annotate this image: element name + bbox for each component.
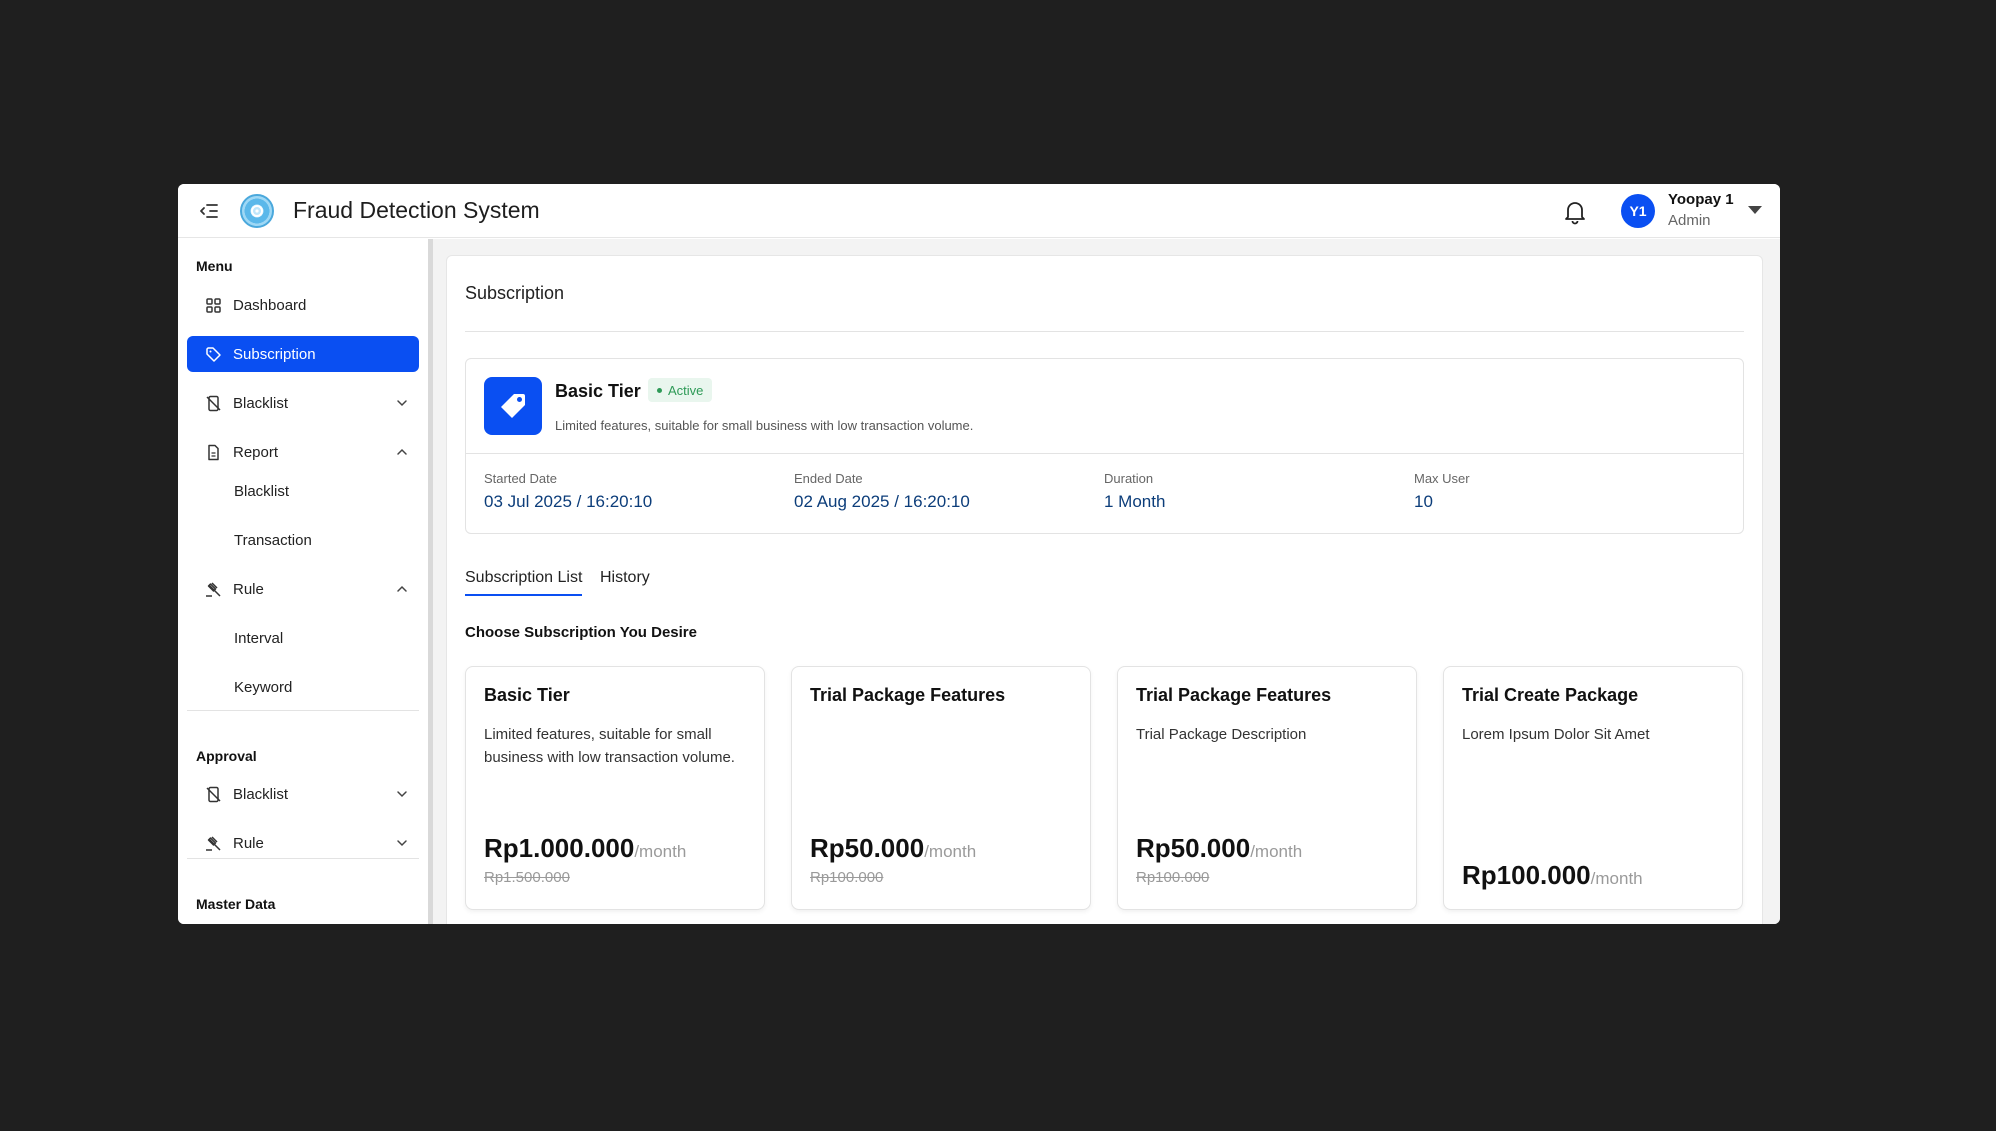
user-role: Admin (1668, 212, 1711, 229)
started-date-value: 03 Jul 2025 / 16:20:10 (484, 492, 653, 511)
plan-description: Lorem Ipsum Dolor Sit Amet (1462, 726, 1650, 743)
choose-subscription-heading: Choose Subscription You Desire (465, 624, 697, 641)
blocked-phone-icon (206, 786, 221, 803)
sidebar-subitem-rule-interval[interactable]: Interval (234, 630, 283, 647)
sidebar-item-rule[interactable]: Rule (187, 571, 419, 607)
blocked-phone-icon (206, 395, 221, 412)
plan-price-period: /month (1250, 842, 1303, 861)
status-dot-icon (657, 387, 662, 393)
chevron-down-icon (397, 400, 407, 407)
plan-card[interactable]: Trial Create Package Lorem Ipsum Dolor S… (1443, 666, 1743, 910)
plan-description: Limited features, suitable for small bus… (484, 726, 735, 766)
chevron-down-icon (397, 840, 407, 847)
plan-card[interactable]: Basic Tier Limited features, suitable fo… (465, 666, 765, 910)
page-title: Subscription (465, 283, 565, 303)
plan-description: Trial Package Description (1136, 726, 1307, 743)
plan-price: Rp50.000/month (810, 833, 976, 864)
ended-date-label: Ended Date (794, 471, 863, 486)
plan-name: Trial Package Features (1136, 685, 1332, 705)
duration-label: Duration (1104, 471, 1154, 486)
started-date: Started Date 03 Jul 2025 / 16:20:10 (484, 471, 652, 512)
subscription-panel: Subscription Basic Tier Active Limited f… (446, 255, 1763, 924)
sidebar-item-subscription[interactable]: Subscription (187, 336, 419, 372)
plan-card[interactable]: Trial Package Features Rp50.000/month Rp… (791, 666, 1091, 910)
plan-name: Trial Create Package (1462, 685, 1639, 705)
gavel-icon (206, 582, 221, 597)
chevron-up-icon (397, 585, 407, 592)
user-menu-caret-icon[interactable] (1748, 206, 1762, 214)
sidebar-item-blacklist[interactable]: Blacklist (187, 385, 419, 421)
gavel-icon (206, 836, 221, 851)
app-logo (240, 194, 274, 228)
plan-price-amount: Rp100.000 (1462, 860, 1591, 890)
plan-card[interactable]: Trial Package Features Trial Package Des… (1117, 666, 1417, 910)
plan-name: Trial Package Features (810, 685, 1006, 705)
plan-price-period: /month (634, 842, 687, 861)
sidebar-item-dashboard[interactable]: Dashboard (187, 287, 419, 323)
plan-price-amount: Rp50.000 (1136, 833, 1251, 863)
sidebar: Menu Dashboard Subscription Blacklist Re… (178, 239, 428, 924)
plan-price: Rp1.000.000/month (484, 833, 686, 864)
top-bar: Fraud Detection System Y1 Yoopay 1 Admin (178, 184, 1780, 238)
plan-price-period: /month (1590, 869, 1643, 888)
duration: Duration 1 Month (1104, 471, 1165, 512)
sidebar-item-label: Blacklist (233, 786, 289, 803)
sidebar-subitem-report-blacklist[interactable]: Blacklist (234, 483, 289, 500)
sidebar-subitem-rule-keyword[interactable]: Keyword (234, 679, 292, 696)
plan-old-price: Rp100.000 (1136, 869, 1210, 886)
ended-date: Ended Date 02 Aug 2025 / 16:20:10 (794, 471, 970, 512)
current-subscription-card: Basic Tier Active Limited features, suit… (465, 358, 1744, 534)
app-window: Fraud Detection System Y1 Yoopay 1 Admin… (178, 184, 1780, 924)
plan-price-amount: Rp1.000.000 (484, 833, 635, 863)
sidebar-item-label: Subscription (233, 346, 316, 363)
sidebar-divider (187, 858, 419, 859)
sidebar-item-label: Rule (233, 581, 264, 598)
max-user: Max User 10 (1414, 471, 1470, 512)
chevron-up-icon (397, 448, 407, 455)
grid-icon (206, 298, 221, 313)
sidebar-item-approval-rule[interactable]: Rule (187, 825, 419, 861)
sidebar-item-label: Report (233, 444, 279, 461)
main-content: Subscription Basic Tier Active Limited f… (433, 239, 1780, 924)
plan-old-price: Rp1.500.000 (484, 869, 570, 886)
user-name: Yoopay 1 (1668, 191, 1734, 208)
plan-price: Rp50.000/month (1136, 833, 1302, 864)
document-icon (208, 444, 219, 461)
sidebar-divider (187, 710, 419, 711)
started-date-label: Started Date (484, 471, 557, 486)
status-text: Active (668, 382, 704, 398)
status-badge: Active (648, 378, 713, 402)
duration-value: 1 Month (1104, 492, 1166, 511)
title-divider (465, 331, 1744, 332)
user-avatar[interactable]: Y1 (1621, 194, 1655, 228)
sidebar-item-report[interactable]: Report (187, 434, 419, 470)
sidebar-item-label: Dashboard (233, 297, 307, 314)
sidebar-item-label: Blacklist (233, 395, 289, 412)
max-user-value: 10 (1414, 492, 1433, 511)
collapse-menu-icon[interactable] (198, 200, 220, 222)
current-plan-description: Limited features, suitable for small bus… (555, 418, 974, 433)
plan-price: Rp100.000/month (1462, 860, 1643, 891)
ended-date-value: 02 Aug 2025 / 16:20:10 (794, 492, 970, 511)
current-plan-name: Basic Tier (555, 381, 641, 401)
notification-bell-icon[interactable] (1562, 198, 1588, 226)
sidebar-subitem-report-transaction[interactable]: Transaction (234, 532, 312, 549)
tab-subscription-list[interactable]: Subscription List (465, 569, 583, 596)
sidebar-menu-title: Menu (196, 258, 233, 274)
sidebar-item-approval-blacklist[interactable]: Blacklist (187, 776, 419, 812)
plan-old-price: Rp100.000 (810, 869, 884, 886)
plan-tag-icon (484, 377, 542, 435)
app-title: Fraud Detection System (293, 197, 540, 223)
chevron-down-icon (397, 791, 407, 798)
tab-history[interactable]: History (600, 569, 650, 594)
plan-price-amount: Rp50.000 (810, 833, 925, 863)
tag-icon (206, 347, 221, 362)
sidebar-approval-title: Approval (196, 748, 257, 764)
sidebar-master-data-title: Master Data (196, 896, 276, 912)
plan-name: Basic Tier (484, 685, 570, 705)
max-user-label: Max User (1414, 471, 1470, 486)
plan-price-period: /month (924, 842, 977, 861)
sidebar-item-label: Rule (233, 835, 264, 852)
current-card-divider (466, 453, 1743, 454)
